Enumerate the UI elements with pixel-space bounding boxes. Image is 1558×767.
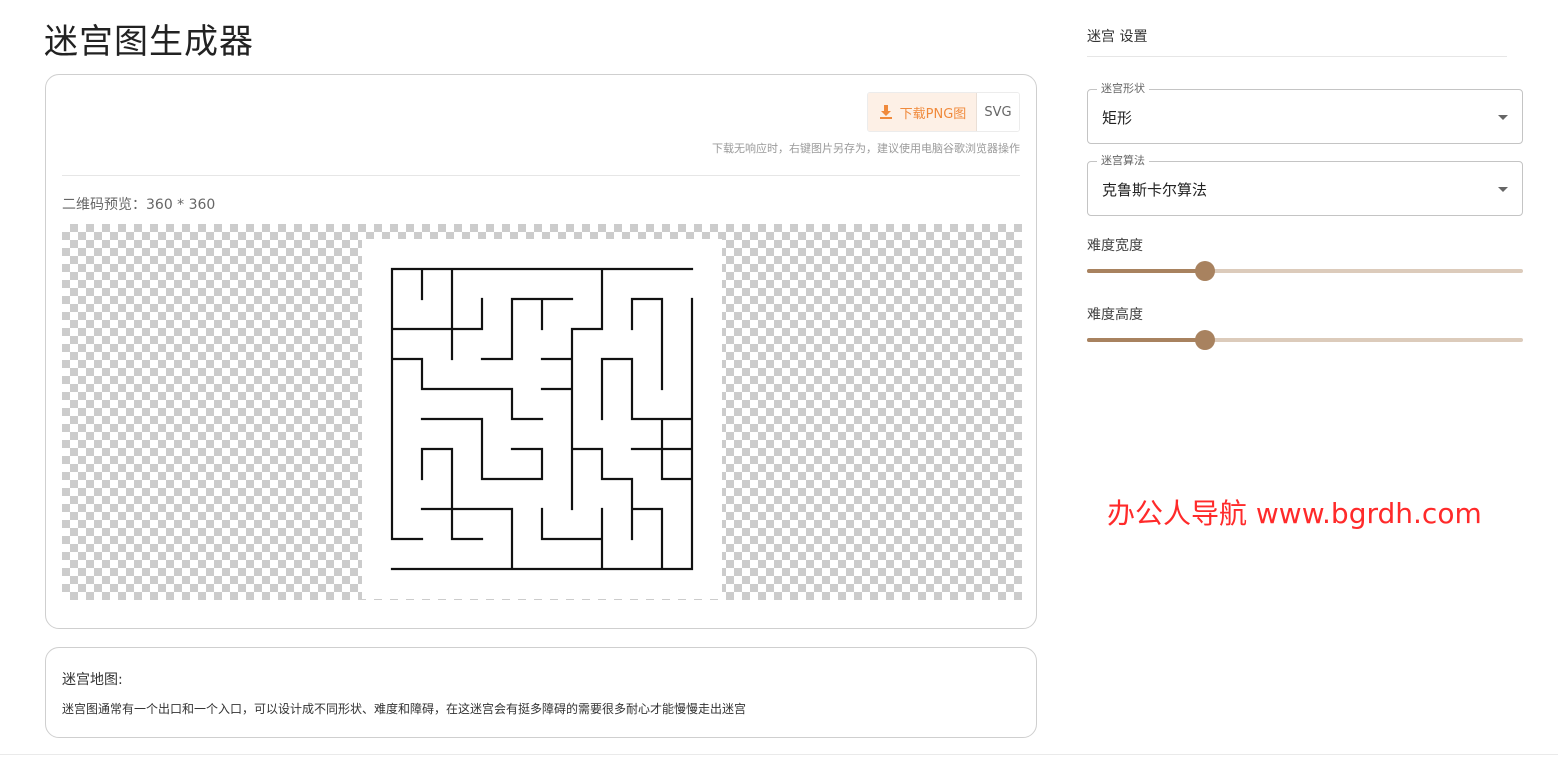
height-slider[interactable] xyxy=(1087,330,1523,350)
dropdown-arrow-icon xyxy=(1498,187,1508,192)
settings-title: 迷宫 设置 xyxy=(1087,29,1148,45)
maze-shape-select[interactable]: 迷宫形状 矩形 xyxy=(1087,82,1523,144)
slider-thumb[interactable] xyxy=(1194,330,1215,350)
maze-preview-card: 下载PNG图 SVG 下载无响应时，右键图片另存为，建议使用电脑谷歌浏览器操作 … xyxy=(45,74,1037,629)
maze-image[interactable] xyxy=(362,239,722,599)
download-png-label: 下载PNG图 xyxy=(899,106,967,122)
maze-shape-value: 矩形 xyxy=(1102,109,1133,127)
page-title: 迷宫图生成器 xyxy=(44,22,254,62)
dropdown-arrow-icon xyxy=(1498,115,1508,120)
width-slider-label: 难度宽度 xyxy=(1087,238,1143,254)
maze-shape-label: 迷宫形状 xyxy=(1097,82,1149,96)
maze-algorithm-value: 克鲁斯卡尔算法 xyxy=(1102,181,1208,199)
download-png-button[interactable]: 下载PNG图 xyxy=(868,93,977,131)
slider-track xyxy=(1087,269,1205,273)
maze-drawing xyxy=(390,267,694,571)
slider-thumb[interactable] xyxy=(1194,261,1215,281)
description-text: 迷宫图通常有一个出口和一个入口，可以设计成不同形状、难度和障碍，在这迷宫会有挺多… xyxy=(62,702,747,716)
divider xyxy=(62,175,1020,176)
width-slider[interactable] xyxy=(1087,261,1523,281)
watermark-text: 办公人导航 www.bgrdh.com xyxy=(1107,497,1482,530)
bottom-divider xyxy=(0,754,1558,755)
download-icon xyxy=(879,105,892,119)
slider-track xyxy=(1087,338,1205,342)
description-title: 迷宫地图: xyxy=(62,672,123,688)
preview-label: 二维码预览：360 * 360 xyxy=(62,197,216,213)
maze-algorithm-label: 迷宫算法 xyxy=(1097,154,1149,168)
height-slider-label: 难度高度 xyxy=(1087,307,1143,323)
settings-divider xyxy=(1087,56,1507,57)
download-hint: 下载无响应时，右键图片另存为，建议使用电脑谷歌浏览器操作 xyxy=(712,142,1020,155)
maze-algorithm-select[interactable]: 迷宫算法 克鲁斯卡尔算法 xyxy=(1087,154,1523,216)
maze-description-card: 迷宫地图: 迷宫图通常有一个出口和一个入口，可以设计成不同形状、难度和障碍，在这… xyxy=(45,647,1037,738)
download-button-group: 下载PNG图 SVG xyxy=(867,92,1020,132)
transparent-background xyxy=(62,224,1022,600)
download-svg-button[interactable]: SVG xyxy=(977,93,1019,131)
